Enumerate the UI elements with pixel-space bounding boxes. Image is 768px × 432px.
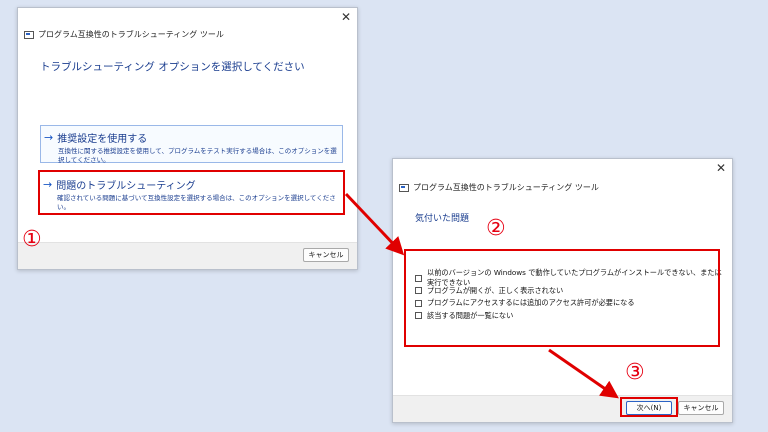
title-bar: プログラム互換性のトラブルシューティング ツール bbox=[399, 182, 599, 193]
problem-label: 該当する問題が一覧にない bbox=[427, 310, 514, 320]
arrow-right-icon: → bbox=[44, 130, 54, 144]
dialog-footer: 次へ(N) キャンセル bbox=[393, 395, 732, 422]
step-marker-3: ③ bbox=[625, 360, 645, 385]
dialog-footer: キャンセル bbox=[18, 242, 357, 269]
close-icon[interactable]: ✕ bbox=[716, 162, 726, 174]
close-icon[interactable]: ✕ bbox=[341, 11, 351, 23]
step-marker-1: ① bbox=[22, 227, 42, 252]
cancel-button[interactable]: キャンセル bbox=[678, 401, 724, 415]
option-recommended-settings[interactable]: → 推奨設定を使用する 互換性に関する推奨設定を使用して、プログラムをテスト実行… bbox=[40, 125, 343, 164]
problem-list: 以前のバージョンの Windows で動作していたプログラムがインストールできな… bbox=[415, 268, 725, 323]
window-title: プログラム互換性のトラブルシューティング ツール bbox=[38, 30, 224, 39]
cancel-button[interactable]: キャンセル bbox=[303, 248, 349, 262]
list-item: 以前のバージョンの Windows で動作していたプログラムがインストールできな… bbox=[415, 268, 725, 287]
checkbox[interactable] bbox=[415, 299, 422, 307]
checkbox[interactable] bbox=[415, 287, 422, 295]
dialog-noticed-problems: ✕ プログラム互換性のトラブルシューティング ツール 気付いた問題 以前のバージ… bbox=[392, 158, 733, 423]
list-item: 該当する問題が一覧にない bbox=[415, 310, 725, 323]
checkbox[interactable] bbox=[415, 312, 422, 320]
option-title: 問題のトラブルシューティング bbox=[56, 181, 196, 192]
option-title: 推奨設定を使用する bbox=[57, 134, 148, 145]
option-troubleshoot-program[interactable]: → 問題のトラブルシューティング 確認されている問題に基づいて互換性設定を選択す… bbox=[40, 173, 343, 213]
list-item: プログラムにアクセスするには追加のアクセス許可が必要になる bbox=[415, 297, 725, 310]
dialog-heading: トラブルシューティング オプションを選択してください bbox=[40, 61, 305, 73]
problem-label: プログラムが開くが、正しく表示されない bbox=[427, 285, 564, 295]
title-bar: プログラム互換性のトラブルシューティング ツール bbox=[24, 29, 224, 40]
arrow-right-icon: → bbox=[43, 177, 53, 191]
window-title: プログラム互換性のトラブルシューティング ツール bbox=[413, 183, 599, 192]
option-description: 互換性に関する推奨設定を使用して、プログラムをテスト実行する場合は、このオプショ… bbox=[58, 147, 337, 164]
app-icon bbox=[24, 30, 34, 39]
problem-label: プログラムにアクセスするには追加のアクセス許可が必要になる bbox=[427, 298, 635, 308]
next-button[interactable]: 次へ(N) bbox=[626, 401, 672, 415]
dialog-troubleshoot-options: ✕ プログラム互換性のトラブルシューティング ツール トラブルシューティング オ… bbox=[17, 7, 358, 270]
step-marker-2: ② bbox=[486, 216, 506, 241]
dialog-heading: 気付いた問題 bbox=[415, 214, 470, 224]
checkbox[interactable] bbox=[415, 274, 422, 282]
app-icon bbox=[399, 183, 409, 192]
option-description: 確認されている問題に基づいて互換性設定を選択する場合は、このオプションを選択して… bbox=[57, 194, 336, 211]
